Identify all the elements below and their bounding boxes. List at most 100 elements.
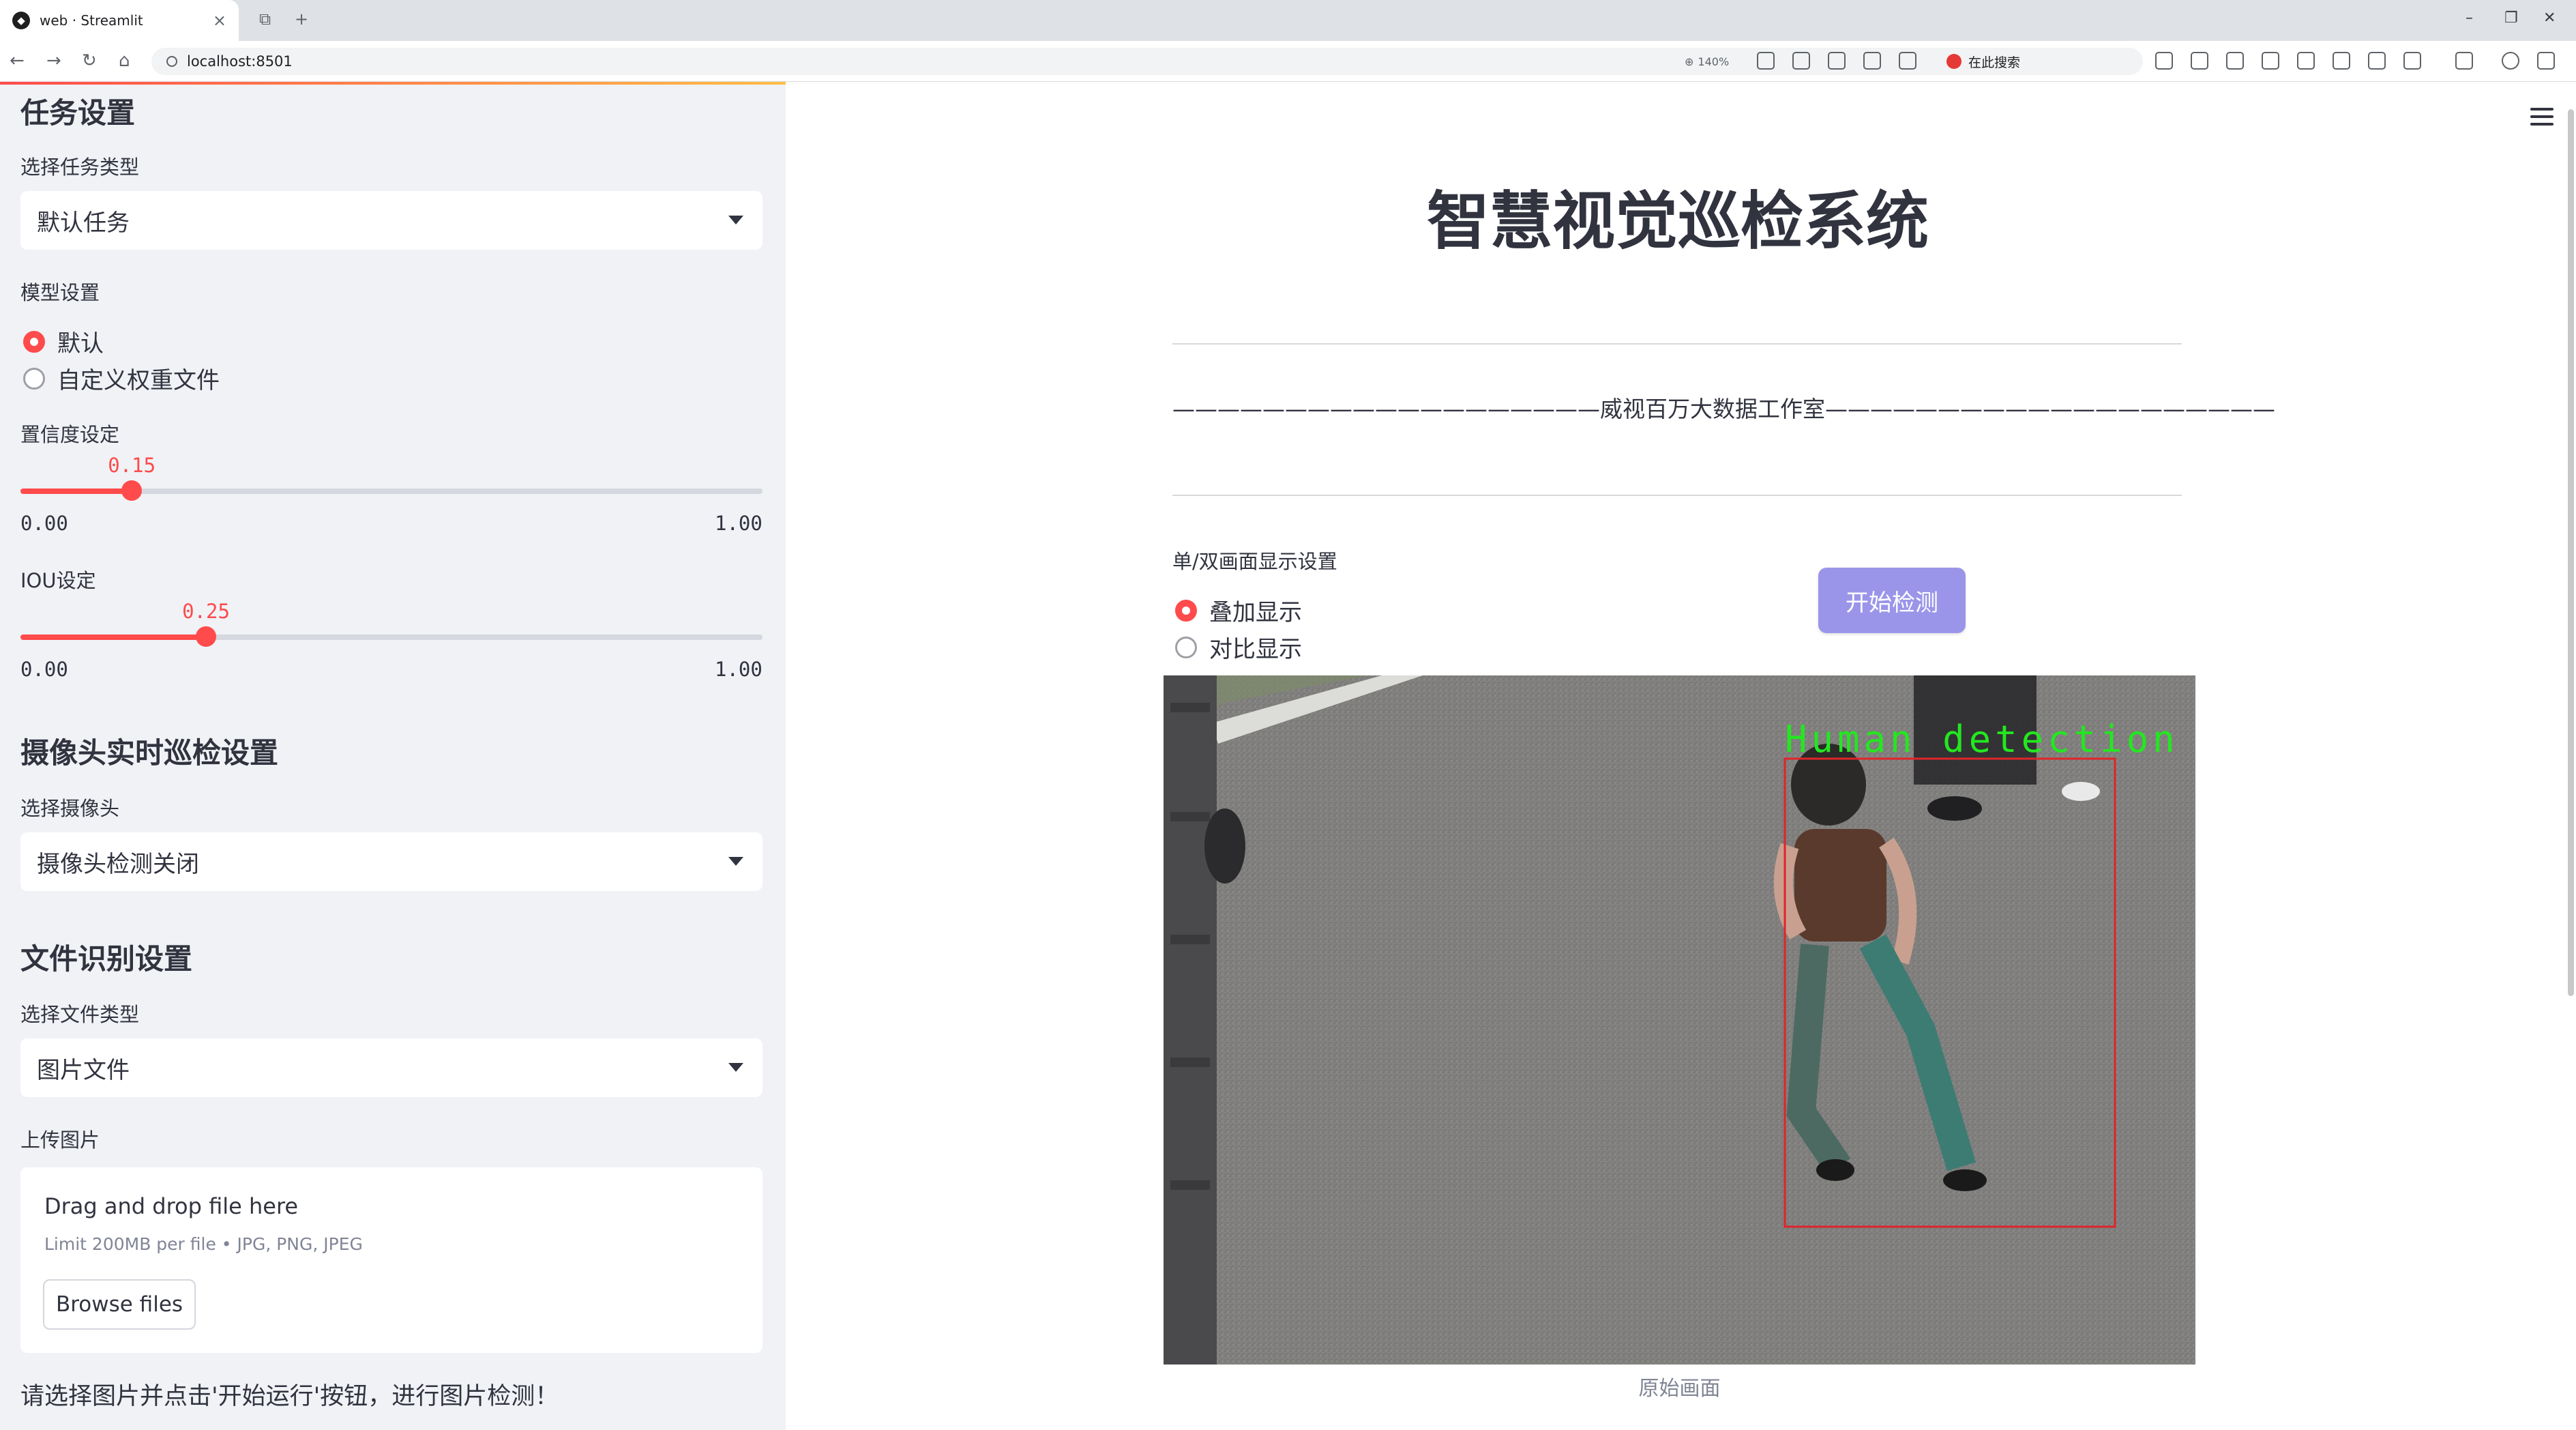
scrollbar-thumb[interactable] [2568, 109, 2574, 996]
iou-min: 0.00 [20, 658, 68, 681]
sidebar-toggle-icon[interactable] [2155, 52, 2173, 70]
radio-selected-icon [1175, 599, 1197, 622]
file-dropzone[interactable]: Drag and drop file here Limit 200MB per … [20, 1167, 763, 1353]
upload-label: 上传图片 [20, 1128, 100, 1152]
model-radio-custom[interactable]: 自定义权重文件 [23, 362, 220, 395]
close-window-icon[interactable]: ✕ [2543, 10, 2556, 27]
home-icon[interactable]: ⌂ [119, 50, 130, 71]
camera-select-value: 摄像头检测关闭 [37, 850, 199, 878]
zoom-icon: ⊕ [1685, 55, 1694, 68]
back-icon[interactable]: ← [10, 50, 25, 71]
confidence-value: 0.15 [108, 454, 156, 477]
radio-unselected-icon [1175, 636, 1197, 658]
detection-image: Human detection [1164, 675, 2195, 1365]
favorites-icon[interactable] [2333, 52, 2350, 70]
browser-tab[interactable]: ◆ web · Streamlit × [0, 0, 239, 41]
chevron-down-icon [728, 857, 743, 866]
model-option-label: 默认 [57, 330, 104, 358]
search-placeholder: 在此搜索 [1968, 55, 2021, 70]
reload-icon[interactable]: ↻ [82, 50, 97, 71]
restore-icon[interactable]: ❐ [2504, 10, 2518, 27]
file-type-value: 图片文件 [37, 1056, 130, 1084]
avatar[interactable] [2502, 52, 2519, 70]
camera-settings-heading: 摄像头实时巡检设置 [20, 736, 279, 770]
browser-tab-bar: ◆ web · Streamlit × ⧉ + – ❐ ✕ [0, 0, 2576, 41]
divider [1172, 495, 2182, 496]
menu-icon[interactable] [2537, 52, 2555, 70]
extension-icon[interactable] [2191, 52, 2208, 70]
model-settings-label: 模型设置 [20, 281, 100, 304]
share-icon[interactable] [1863, 52, 1881, 70]
confidence-max: 1.00 [715, 512, 763, 535]
display-option-label: 对比显示 [1209, 636, 1302, 663]
browser-toolbar: ← → ↻ ⌂ localhost:8501 ⊕ 140% 在此搜索 [0, 41, 2576, 82]
iou-value: 0.25 [182, 600, 230, 623]
divider [1172, 343, 2182, 345]
url-text: localhost:8501 [187, 53, 293, 70]
dropzone-title: Drag and drop file here [44, 1193, 299, 1219]
radio-selected-icon [23, 330, 45, 353]
extension-icon[interactable] [2297, 52, 2315, 70]
bookmark-star-icon[interactable] [1899, 52, 1916, 70]
confidence-min: 0.00 [20, 512, 68, 535]
minimize-icon[interactable]: – [2466, 10, 2473, 27]
detection-label: Human detection [1785, 718, 2179, 761]
display-mode-label: 单/双画面显示设置 [1172, 550, 1337, 573]
iou-slider-thumb[interactable] [196, 626, 216, 647]
streamlit-favicon-icon: ◆ [12, 12, 30, 29]
cut-icon[interactable] [2403, 52, 2421, 70]
iou-slider-fill [20, 634, 206, 640]
camera-select[interactable]: 摄像头检测关闭 [20, 832, 763, 891]
camera-select-label: 选择摄像头 [20, 797, 120, 820]
display-radio-compare[interactable]: 对比显示 [1175, 630, 1302, 664]
model-radio-default[interactable]: 默认 [23, 325, 104, 358]
file-type-select[interactable]: 图片文件 [20, 1038, 763, 1097]
new-tab-icon[interactable]: + [295, 10, 308, 29]
task-settings-heading: 任务设置 [20, 96, 136, 130]
screenshot-icon[interactable] [1828, 52, 1846, 70]
more-icon[interactable] [2455, 52, 2473, 70]
confidence-slider-fill [20, 488, 132, 494]
confidence-label: 置信度设定 [20, 423, 120, 446]
image-caption: 原始画面 [1638, 1377, 1721, 1401]
task-type-select[interactable]: 默认任务 [20, 191, 763, 250]
forward-icon[interactable]: → [46, 50, 61, 71]
zoom-indicator[interactable]: ⊕ 140% [1685, 48, 1729, 75]
tab-close-icon[interactable]: × [213, 11, 226, 30]
sidebar-accent-bar [0, 82, 786, 85]
search-icon [166, 56, 177, 67]
sidebar-instruction: 请选择图片并点击'开始运行'按钮，进行图片检测！ [20, 1383, 559, 1410]
zoom-level: 140% [1698, 55, 1730, 68]
task-type-value: 默认任务 [37, 209, 130, 237]
browser-search-box[interactable]: 在此搜索 [1937, 49, 2142, 74]
iou-label: IOU设定 [20, 569, 96, 592]
radio-unselected-icon [23, 367, 45, 390]
chevron-down-icon [728, 1063, 743, 1072]
file-settings-heading: 文件识别设置 [20, 942, 193, 976]
tab-groups-icon[interactable]: ⧉ [259, 10, 271, 29]
browse-files-button[interactable]: Browse files [43, 1279, 196, 1330]
extension-icon[interactable] [2262, 52, 2279, 70]
extension-icon[interactable] [2226, 52, 2244, 70]
translate-icon[interactable] [1757, 52, 1775, 70]
confidence-slider-thumb[interactable] [121, 480, 143, 501]
download-icon[interactable] [2368, 52, 2386, 70]
display-option-label: 叠加显示 [1209, 599, 1302, 626]
iou-slider[interactable] [20, 626, 763, 647]
file-type-label: 选择文件类型 [20, 1003, 140, 1026]
start-detection-button[interactable]: 开始检测 [1818, 568, 1966, 633]
page-title: 智慧视觉巡检系统 [1426, 185, 1929, 258]
confidence-slider[interactable] [20, 480, 763, 501]
iou-max: 1.00 [715, 658, 763, 681]
lightning-icon[interactable] [1792, 52, 1810, 70]
studio-subtitle: ———————————————————威视百万大数据工作室———————————… [1172, 396, 2275, 422]
model-option-label: 自定义权重文件 [57, 367, 220, 394]
hamburger-menu-icon[interactable] [2530, 108, 2553, 130]
task-type-label: 选择任务类型 [20, 156, 140, 179]
tab-title: web · Streamlit [40, 12, 143, 29]
page-scrollbar[interactable] [2566, 82, 2576, 1430]
display-radio-overlay[interactable]: 叠加显示 [1175, 594, 1302, 627]
chevron-down-icon [728, 216, 743, 224]
dropzone-limit: Limit 200MB per file • JPG, PNG, JPEG [44, 1234, 363, 1254]
search-engine-icon [1946, 54, 1961, 69]
